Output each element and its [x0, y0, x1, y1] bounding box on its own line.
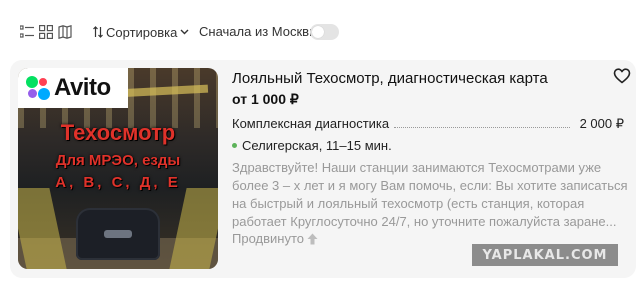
location-text: Селигерская, 11–15 мин. — [242, 138, 392, 153]
map-view-icon[interactable] — [58, 25, 72, 39]
photo-overlay-line1: Техосмотр — [60, 120, 176, 145]
toggle-knob — [312, 26, 324, 38]
service-leader-dots — [394, 127, 570, 128]
inspection-ramp-left — [18, 188, 67, 269]
photo-overlay-line2: Для МРЭО, езды — [55, 152, 181, 169]
chevron-down-icon — [180, 29, 189, 35]
toolbar: Сортировка Сначала из Москвы — [0, 0, 640, 60]
service-row: Комплексная диагностика 2 000 ₽ — [232, 116, 624, 132]
heart-icon[interactable] — [613, 67, 631, 85]
description-line: работает Круглосуточно 24/7, но уточните… — [232, 214, 617, 229]
sort-dropdown[interactable]: Сортировка — [93, 24, 189, 40]
grid-view-icon[interactable] — [39, 25, 53, 39]
sort-label: Сортировка — [106, 24, 178, 40]
service-name: Комплексная диагностика — [232, 116, 390, 131]
inspection-ramp-right — [169, 188, 218, 269]
listing-location: Селигерская, 11–15 мин. — [232, 138, 392, 153]
service-price: 2 000 ₽ — [579, 116, 624, 131]
promoted-badge: Продвинуто — [232, 231, 318, 246]
avito-logo-text: Avito — [54, 74, 111, 101]
sort-arrows-icon — [93, 26, 103, 38]
description-line: на быстрый и лояльный техосмотр (есть ст… — [232, 196, 585, 211]
list-view-icon[interactable] — [20, 25, 34, 39]
car-grill — [104, 230, 132, 238]
listing-price: от 1 000 ₽ — [232, 91, 299, 107]
avito-logo: Avito — [18, 68, 128, 108]
moscow-first-toggle[interactable] — [310, 24, 339, 40]
photo-overlay-line3: А, В, С, Д, Е — [55, 174, 181, 191]
listing-photo[interactable]: Avito Техосмотр Для МРЭО, езды А, В, С, … — [18, 68, 218, 269]
description-line: Здравствуйте! Наши станции занимаются Те… — [232, 160, 602, 175]
promoted-label: Продвинуто — [232, 231, 304, 246]
avito-dots-icon — [26, 76, 50, 100]
watermark: YAPLAKAL.COM — [472, 244, 618, 266]
listing-description: Здравствуйте! Наши станции занимаются Те… — [232, 159, 630, 231]
car-picture — [76, 208, 160, 260]
metro-dot-icon — [232, 143, 237, 148]
listing-title[interactable]: Лояльный Техосмотр, диагностическая карт… — [232, 70, 548, 87]
description-line: более 3 – х лет и я могу Вам помочь, есл… — [232, 178, 628, 193]
arrow-up-icon — [307, 233, 318, 244]
moscow-first-label: Сначала из Москвы — [199, 24, 319, 39]
